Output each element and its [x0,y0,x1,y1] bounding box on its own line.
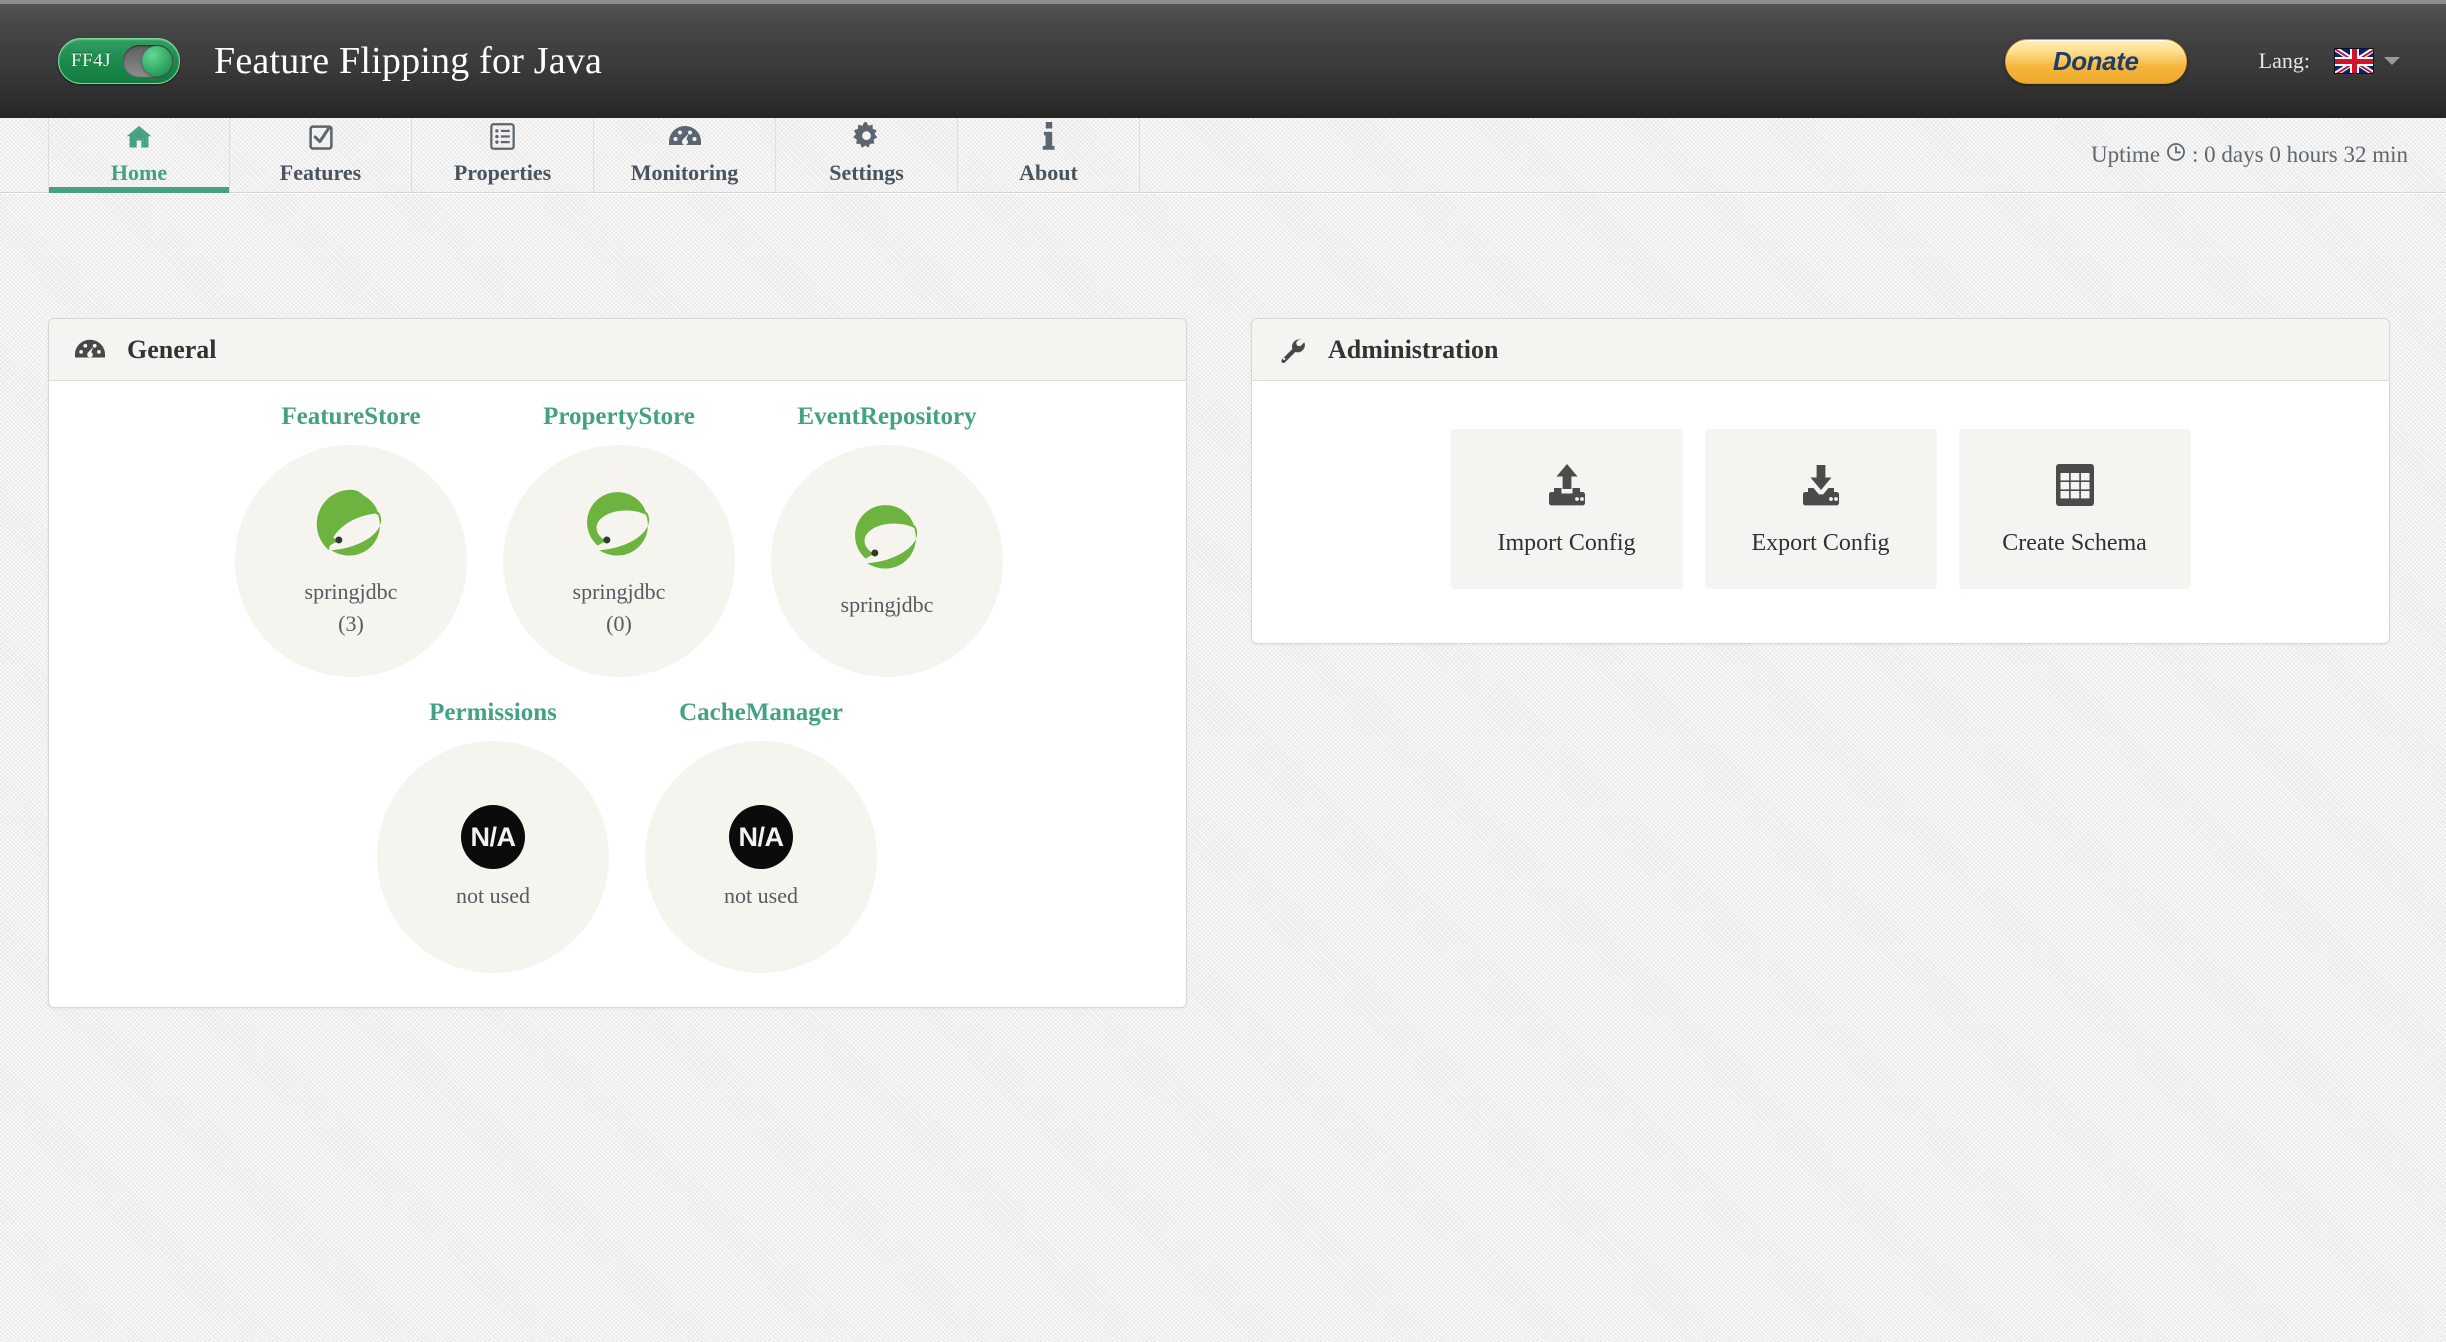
store-circle: N/A not used [377,741,609,973]
toggle-knob [142,46,172,76]
language-selector[interactable] [2334,48,2400,74]
store-name: springjdbc [572,578,666,604]
dashboard-icon [75,338,105,362]
uptime-prefix: Uptime [2091,142,2161,167]
app-header: FF4J Feature Flipping for Java Donate La… [0,0,2446,118]
download-icon [1797,462,1845,508]
tab-about[interactable]: About [958,118,1140,192]
store-count: (3) [338,610,364,636]
tab-features[interactable]: Features [230,118,412,192]
store-circle: springjdbc (3) [235,445,467,677]
general-panel-body: FeatureStore springjdbc (3) PropertyStor… [49,381,1186,1007]
store-circle: springjdbc (0) [503,445,735,677]
store-circle: N/A not used [645,741,877,973]
create-schema-button[interactable]: Create Schema [1958,429,2191,589]
store-tile-permissions[interactable]: Permissions N/A not used [359,699,627,973]
store-circle: springjdbc [771,445,1003,677]
donate-button-label: Donate [2052,45,2139,76]
tab-properties-label: Properties [453,159,552,185]
upload-icon [1543,462,1591,508]
import-config-button[interactable]: Import Config [1450,429,1683,589]
nav-tab-list: Home Features Properties Monitoring Sett… [48,118,1140,193]
store-title: CacheManager [679,699,843,726]
tab-home[interactable]: Home [48,118,230,193]
na-badge: N/A [461,805,525,869]
na-badge: N/A [729,805,793,869]
panels-row: General FeatureStore springjdbc (3) Prop… [0,318,2446,1008]
tab-monitoring[interactable]: Monitoring [594,118,776,192]
header-right-group: Donate Lang: [2004,4,2400,118]
general-panel-header: General [49,319,1186,381]
tab-properties[interactable]: Properties [412,118,594,192]
spring-leaf-icon [581,486,657,567]
general-panel-title: General [127,334,217,364]
create-schema-label: Create Schema [2002,529,2147,556]
store-tile-eventrepository[interactable]: EventRepository springjdbc [753,403,1021,677]
tab-features-label: Features [279,159,362,185]
store-name: springjdbc [840,591,934,617]
store-title: FeatureStore [281,403,421,430]
store-tile-propertystore[interactable]: PropertyStore springjdbc (0) [485,403,753,677]
app-title: Feature Flipping for Java [214,40,603,82]
administration-panel-title: Administration [1328,334,1499,364]
uk-flag-icon [2334,48,2374,74]
store-row-primary: FeatureStore springjdbc (3) PropertyStor… [49,403,1186,677]
ff4j-logo-label: FF4J [71,50,112,71]
store-name: not used [724,883,798,908]
ff4j-logo[interactable]: FF4J [58,38,180,84]
export-config-button[interactable]: Export Config [1704,429,1937,589]
home-icon [124,121,154,153]
dashboard-icon [668,121,701,153]
gear-icon [852,121,881,153]
tab-settings-label: Settings [829,159,904,185]
export-config-label: Export Config [1751,529,1890,556]
store-title: Permissions [429,699,557,726]
tab-home-label: Home [110,159,168,185]
tab-monitoring-label: Monitoring [630,159,739,185]
store-row-secondary: Permissions N/A not used CacheManager N/… [49,699,1186,973]
checkbox-icon [307,121,335,153]
main-navigation: Home Features Properties Monitoring Sett… [0,118,2446,193]
donate-button[interactable]: Donate [2004,38,2187,84]
clock-icon [2166,142,2186,168]
store-name: springjdbc [304,578,398,604]
wrench-icon [1278,336,1306,364]
store-name: not used [456,883,530,908]
administration-panel: Administration Import Config Export Conf… [1251,318,2390,644]
administration-panel-header: Administration [1252,319,2389,381]
spring-leaf-icon [849,499,925,580]
spring-leaf-icon [313,486,389,567]
tab-settings[interactable]: Settings [776,118,958,192]
list-icon [489,121,516,153]
info-icon [1042,121,1056,153]
uptime-status: Uptime : 0 days 0 hours 32 min [2091,142,2408,168]
store-title: EventRepository [797,403,977,430]
administration-panel-body: Import Config Export Config Create Schem… [1252,381,2389,643]
general-panel: General FeatureStore springjdbc (3) Prop… [48,318,1187,1008]
import-config-label: Import Config [1497,529,1636,556]
tab-about-label: About [1019,159,1078,185]
chevron-down-icon [2384,57,2400,65]
store-count: (0) [606,610,632,636]
table-grid-icon [2054,462,2096,508]
main-content: General FeatureStore springjdbc (3) Prop… [0,193,2446,1008]
admin-buttons-row: Import Config Export Config Create Schem… [1252,429,2389,589]
toggle-switch-icon [123,45,173,77]
store-tile-featurestore[interactable]: FeatureStore springjdbc (3) [217,403,485,677]
store-title: PropertyStore [543,403,695,430]
language-label: Lang: [2258,48,2310,73]
store-tile-cachemanager[interactable]: CacheManager N/A not used [627,699,895,973]
uptime-value: : 0 days 0 hours 32 min [2192,142,2408,167]
